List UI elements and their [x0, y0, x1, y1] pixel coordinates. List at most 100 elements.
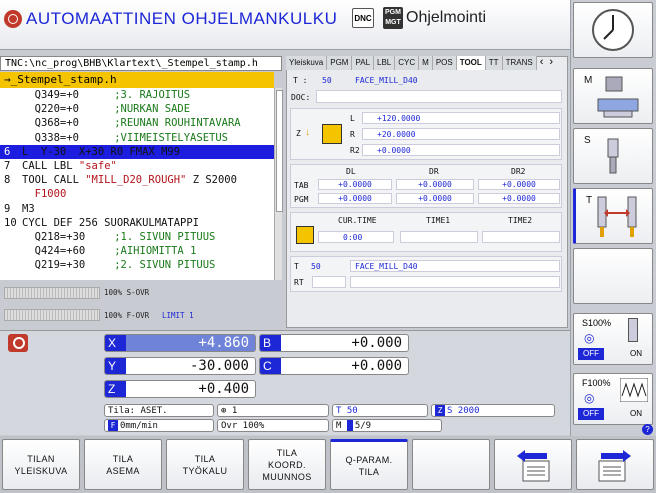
tool-t-number: 50	[322, 76, 332, 85]
next-t-name: FACE_MILL_D40	[350, 260, 560, 272]
dnc-icon[interactable]: DNC	[352, 8, 374, 28]
tool-doc-label: DOC:	[291, 93, 311, 102]
program-line[interactable]: Q338=+0 ;VIIMEISTELYASETUS	[0, 131, 274, 145]
help-icon[interactable]: ?	[642, 424, 653, 435]
clock-softkey[interactable]	[573, 2, 653, 58]
axis-c: C +0.000	[259, 357, 409, 375]
line-comment: ;VIIMEISTELYASETUS	[114, 131, 228, 144]
s100-softkey[interactable]: S100% ◎ OFF ON	[573, 313, 653, 365]
softkey-status-q-params[interactable]: Q-PARAM. TILA	[330, 439, 408, 490]
program-line[interactable]: 8 TOOL CALL "MILL_D20_ROUGH" Z S2000	[0, 173, 274, 187]
active-tool: T 50	[332, 404, 428, 417]
next-rt-label: RT	[294, 278, 304, 287]
axis-b: B +0.000	[259, 334, 409, 352]
softkey-status-tool[interactable]: TILA TYÖKALU	[166, 439, 244, 490]
s-ovr-bar	[4, 287, 100, 299]
geometry-r2-value: +0.0000	[362, 144, 560, 156]
alarm-icon[interactable]	[8, 334, 28, 352]
f100-off[interactable]: OFF	[578, 408, 604, 420]
tab-lbl[interactable]: LBL	[374, 56, 396, 70]
program-line[interactable]: 10 CYCL DEF 256 SUORAKULMATAPPI	[0, 216, 274, 230]
line-code: Q220=+0	[22, 103, 79, 116]
override-field: Ovr 100%	[217, 419, 329, 432]
softkey-status-coord-transform[interactable]: TILA KOORD. MUUNNOS	[248, 439, 326, 490]
position-mode: Tila: ASET.	[104, 404, 214, 417]
program-line[interactable]: 9 M3	[0, 202, 274, 216]
time1-value	[400, 231, 478, 243]
tab-pgm[interactable]: PGM	[327, 56, 353, 70]
softkey-next-bar[interactable]	[576, 439, 654, 490]
axis-y-value: -30.000	[189, 358, 249, 374]
f100-dial-icon: ◎	[584, 391, 595, 405]
program-line[interactable]: Q424=+60 ;AIHIOMITTA 1	[0, 244, 274, 258]
program-line[interactable]: Q349=+0 ;3. RAJOITUS	[0, 88, 274, 102]
machine-mode-icon	[4, 10, 22, 28]
s100-on[interactable]: ON	[630, 349, 642, 358]
tab-pos[interactable]: POS	[432, 56, 457, 70]
program-line[interactable]: 6 L Y-30 X+30 R0 FMAX M99	[0, 144, 274, 159]
softkey-status-overview[interactable]: TILAN YLEISKUVA	[2, 439, 80, 490]
f100-on[interactable]: ON	[630, 409, 642, 418]
program-scrollbar[interactable]	[274, 88, 283, 280]
axis-c-label: C	[260, 358, 281, 374]
tab-next-icon[interactable]: ›	[546, 56, 556, 71]
line-code: Q218=+30	[22, 230, 86, 243]
cur-time-value: 0:00	[318, 231, 394, 243]
m-function-softkey[interactable]: M	[573, 68, 653, 124]
tab-pal[interactable]: PAL	[352, 56, 375, 70]
feed-icon: F	[108, 420, 118, 431]
datum-value: 1	[231, 406, 238, 416]
tab-trans[interactable]: TRANS	[502, 56, 537, 70]
line-code: M3	[22, 202, 35, 215]
f100-softkey[interactable]: F100% ◎ OFF ON	[573, 373, 653, 425]
axis-z-label: Z	[105, 381, 126, 397]
line-code: L Y-30 X+30 R0 FMAX M99	[22, 145, 181, 158]
program-listing[interactable]: Q349=+0 ;3. RAJOITUS Q220=+0 ;NURKAN SAD…	[0, 88, 274, 280]
tool-t-label: T :	[293, 76, 308, 85]
program-line[interactable]: Q220=+0 ;NURKAN SADE	[0, 102, 274, 116]
geometry-r-label: R	[350, 130, 355, 139]
line-number: 10	[4, 216, 17, 229]
program-line[interactable]: Q218=+30 ;1. SIVUN PITUUS	[0, 230, 274, 244]
geometry-l-label: L	[350, 114, 355, 123]
s100-label: S100%	[582, 318, 612, 328]
s-function-softkey[interactable]: S	[573, 128, 653, 184]
scrollbar-thumb[interactable]	[276, 90, 283, 212]
softkey-prev-bar[interactable]	[494, 439, 572, 490]
s100-spindle-icon	[628, 318, 638, 342]
time2-label: TIME2	[508, 216, 533, 225]
delta-pgm-dr2: +0.0000	[478, 193, 560, 204]
program-line[interactable]: Q219=+30 ;2. SIVUN PITUUS	[0, 258, 274, 272]
program-line[interactable]: 7 CALL LBL "safe"	[0, 159, 274, 173]
program-file-name: →_Stempel_stamp.h	[0, 72, 274, 88]
delta-pgm-dr: +0.0000	[396, 193, 474, 204]
m-marker	[346, 420, 353, 431]
tab-cyc[interactable]: CYC	[395, 56, 420, 70]
datum-field: ⊕ 1	[217, 404, 329, 417]
s100-off[interactable]: OFF	[578, 348, 604, 360]
empty-right-softkey[interactable]	[573, 248, 653, 304]
axis-b-label: B	[260, 335, 281, 351]
s-ovr-label: 100% S-OVR	[104, 288, 150, 297]
tab-tool[interactable]: TOOL	[456, 56, 486, 70]
softkey-status-position[interactable]: TILA ASEMA	[84, 439, 162, 490]
softkey-empty[interactable]	[412, 439, 490, 490]
next-rt-name	[350, 276, 560, 288]
tab-prev-icon[interactable]: ‹	[537, 56, 547, 71]
axis-b-value: +0.000	[351, 335, 402, 351]
line-number: 6	[4, 145, 11, 158]
program-line[interactable]: Q368=+0 ;REUNAN ROUHINTAVARA	[0, 116, 274, 130]
tool-geometry-icon	[322, 124, 342, 144]
t-function-softkey[interactable]: T	[573, 188, 653, 244]
tab-yleiskuva[interactable]: Yleiskuva	[286, 56, 328, 70]
program-line[interactable]: F1000	[0, 187, 274, 201]
tab-tt[interactable]: TT	[485, 56, 503, 70]
m-value: 5/9	[354, 421, 372, 431]
line-string: "MILL_D20_ROUGH"	[85, 174, 187, 187]
programming-mode-title[interactable]: Ohjelmointi	[406, 9, 486, 27]
pgm-mgt-icon[interactable]: PGM MGT	[383, 7, 403, 29]
tab-m[interactable]: M	[419, 56, 433, 70]
line-code: CALL LBL	[22, 159, 79, 172]
next-rt-value	[312, 276, 346, 288]
geometry-l-value: +120.0000	[362, 112, 560, 124]
